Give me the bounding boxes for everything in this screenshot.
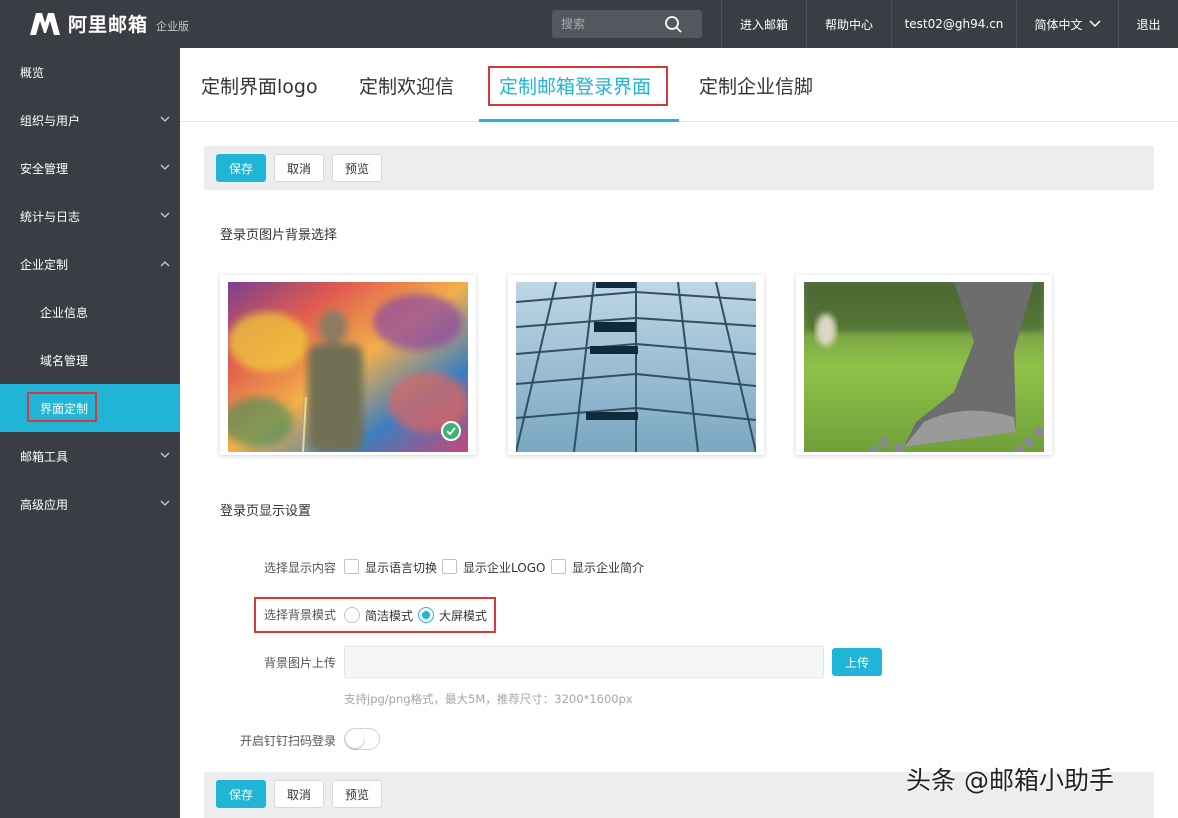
tab-mail-footer[interactable]: 定制企业信脚 (699, 48, 813, 122)
sidebar-item-enterprise-info[interactable]: 企业信息 (0, 288, 180, 336)
nav-account[interactable]: test02@gh94.cn (891, 0, 1016, 48)
tab-login-page[interactable]: 定制邮箱登录界面 (499, 48, 651, 122)
checkbox-language-switch[interactable] (344, 559, 359, 574)
tab-custom-logo[interactable]: 定制界面logo (201, 48, 318, 122)
tab-bar: 定制界面logo 定制欢迎信 定制邮箱登录界面 定制企业信脚 (180, 48, 1178, 122)
checkbox-enterprise-intro[interactable] (551, 559, 566, 574)
search-input[interactable] (552, 10, 662, 38)
tab-welcome-letter[interactable]: 定制欢迎信 (359, 48, 454, 122)
sidebar-item-stats-logs[interactable]: 统计与日志 (0, 192, 180, 240)
background-option-sculpture[interactable] (796, 275, 1052, 455)
nav-language[interactable]: 简体中文 (1016, 0, 1118, 48)
sidebar-item-security[interactable]: 安全管理 (0, 144, 180, 192)
option-fullscreen-mode: 大屏模式 (439, 609, 488, 623)
nav-logout[interactable]: 退出 (1118, 0, 1178, 48)
nav-help-center[interactable]: 帮助中心 (806, 0, 891, 48)
search-icon[interactable] (664, 15, 682, 33)
logo-m-icon (28, 11, 62, 37)
sidebar: 概览 组织与用户 安全管理 统计与日志 企业定制 企业信息 域名管理 界面定制 … (0, 48, 180, 818)
toolbar-top: 保存 取消 预览 (204, 146, 1154, 190)
brand[interactable]: 阿里邮箱 企业版 (28, 10, 189, 37)
preview-button[interactable]: 预览 (332, 154, 382, 182)
upload-path-field[interactable] (344, 646, 824, 678)
nav-enter-mailbox[interactable]: 进入邮箱 (721, 0, 806, 48)
upload-button[interactable]: 上传 (832, 648, 882, 676)
option-enterprise-logo: 显示企业LOGO (463, 561, 546, 575)
section-title-display: 登录页显示设置 (220, 504, 312, 519)
dingtalk-label: 开启钉钉扫码登录 (239, 734, 336, 748)
sidebar-item-enterprise-custom[interactable]: 企业定制 (0, 240, 180, 288)
sidebar-item-org-users[interactable]: 组织与用户 (0, 96, 180, 144)
checkbox-enterprise-logo[interactable] (442, 559, 457, 574)
mode-label: 选择背景模式 (263, 608, 336, 622)
dingtalk-login-toggle[interactable] (344, 728, 380, 750)
chevron-down-icon (1088, 20, 1101, 28)
radio-fullscreen-mode[interactable] (418, 607, 434, 623)
cancel-button[interactable]: 取消 (274, 154, 324, 182)
sculpture-image (804, 282, 1044, 452)
building-image (516, 282, 756, 452)
chevron-down-icon (160, 116, 170, 122)
chevron-down-icon (160, 452, 170, 458)
search-box[interactable] (552, 10, 702, 38)
watermark: 头条 @邮箱小助手 (906, 766, 1114, 795)
chevron-down-icon (160, 212, 170, 218)
brand-edition: 企业版 (156, 19, 190, 33)
sidebar-item-domain-management[interactable]: 域名管理 (0, 336, 180, 384)
option-simple-mode: 简洁模式 (365, 609, 414, 623)
preview-button-bottom[interactable]: 预览 (332, 780, 382, 808)
save-button-bottom[interactable]: 保存 (216, 780, 266, 808)
sidebar-item-ui-custom[interactable]: 界面定制 (0, 384, 180, 432)
option-enterprise-intro: 显示企业简介 (572, 561, 645, 575)
graffiti-image (228, 282, 468, 452)
section-title-background: 登录页图片背景选择 (220, 228, 338, 243)
chevron-up-icon (160, 261, 170, 267)
upload-label: 背景图片上传 (263, 656, 336, 670)
sidebar-item-advanced[interactable]: 高级应用 (0, 480, 180, 528)
chevron-down-icon (160, 164, 170, 170)
brand-name: 阿里邮箱 (68, 14, 149, 36)
sidebar-item-mail-tools[interactable]: 邮箱工具 (0, 432, 180, 480)
radio-simple-mode[interactable] (344, 607, 360, 623)
upload-hint: 支持jpg/png格式，最大5M，推荐尺寸：3200*1600px (344, 692, 633, 706)
background-option-building[interactable] (508, 275, 764, 455)
chevron-down-icon (160, 500, 170, 506)
selected-check-icon (441, 421, 461, 441)
active-tab-indicator (479, 119, 679, 122)
option-language-switch: 显示语言切换 (365, 561, 438, 575)
background-option-graffiti[interactable] (220, 275, 476, 455)
save-button[interactable]: 保存 (216, 154, 266, 182)
cancel-button-bottom[interactable]: 取消 (274, 780, 324, 808)
top-bar: 阿里邮箱 企业版 进入邮箱 帮助中心 test02@gh94.cn 简体中文 退… (0, 0, 1178, 48)
sidebar-item-overview[interactable]: 概览 (0, 48, 180, 96)
content-label: 选择显示内容 (263, 561, 336, 575)
